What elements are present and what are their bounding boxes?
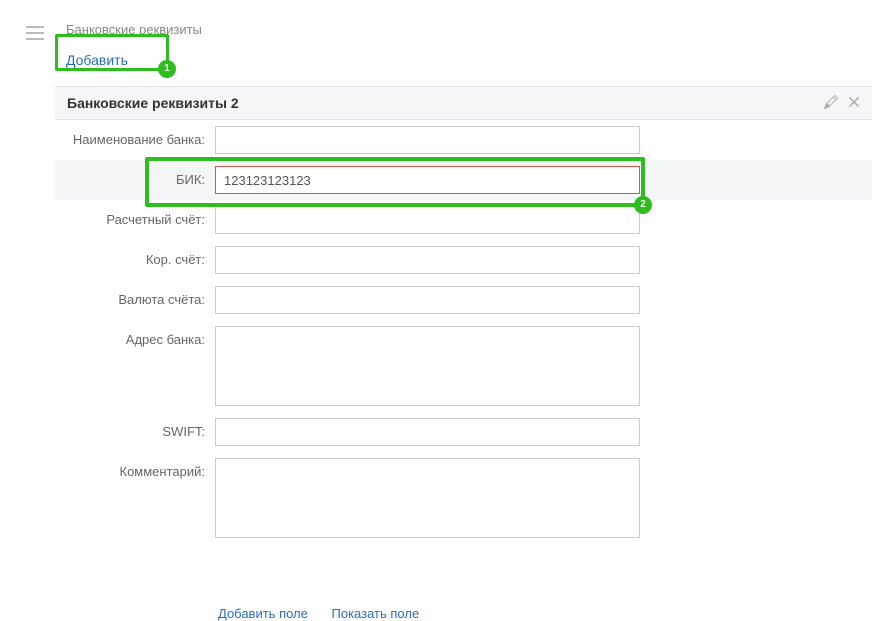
row-bank-address: Адрес банка:: [55, 320, 872, 412]
input-bank-address[interactable]: [215, 326, 640, 406]
page-title: Банковские реквизиты: [66, 22, 202, 37]
edit-icon[interactable]: [824, 95, 838, 112]
input-comment[interactable]: [215, 458, 640, 538]
row-corr-account: Кор. счёт:: [55, 240, 872, 280]
bottom-links: Добавить поле Показать поле: [218, 606, 439, 621]
row-currency: Валюта счёта:: [55, 280, 872, 320]
row-bik: БИК:: [55, 160, 872, 200]
section-title: Банковские реквизиты 2: [67, 95, 814, 111]
label-swift: SWIFT:: [55, 418, 215, 439]
show-field-link[interactable]: Показать поле: [332, 606, 420, 621]
menu-icon[interactable]: [26, 26, 44, 40]
section-header: Банковские реквизиты 2: [55, 86, 872, 120]
input-swift[interactable]: [215, 418, 640, 446]
label-bank-address: Адрес банка:: [55, 326, 215, 347]
input-corr-account[interactable]: [215, 246, 640, 274]
row-comment: Комментарий:: [55, 452, 872, 544]
input-bik[interactable]: [215, 166, 640, 194]
form-area: Наименование банка: БИК: Расчетный счёт:…: [55, 120, 872, 544]
input-currency[interactable]: [215, 286, 640, 314]
label-comment: Комментарий:: [55, 458, 215, 479]
row-bank-name: Наименование банка:: [55, 120, 872, 160]
label-bik: БИК:: [55, 166, 215, 187]
add-link[interactable]: Добавить: [66, 48, 128, 72]
input-bank-name[interactable]: [215, 126, 640, 154]
label-account: Расчетный счёт:: [55, 206, 215, 227]
add-field-link[interactable]: Добавить поле: [218, 606, 308, 621]
row-account: Расчетный счёт:: [55, 200, 872, 240]
label-currency: Валюта счёта:: [55, 286, 215, 307]
input-account[interactable]: [215, 206, 640, 234]
close-icon[interactable]: [848, 95, 860, 111]
label-corr-account: Кор. счёт:: [55, 246, 215, 267]
label-bank-name: Наименование банка:: [55, 126, 215, 147]
row-swift: SWIFT:: [55, 412, 872, 452]
annotation-badge-1: 1: [158, 60, 176, 78]
